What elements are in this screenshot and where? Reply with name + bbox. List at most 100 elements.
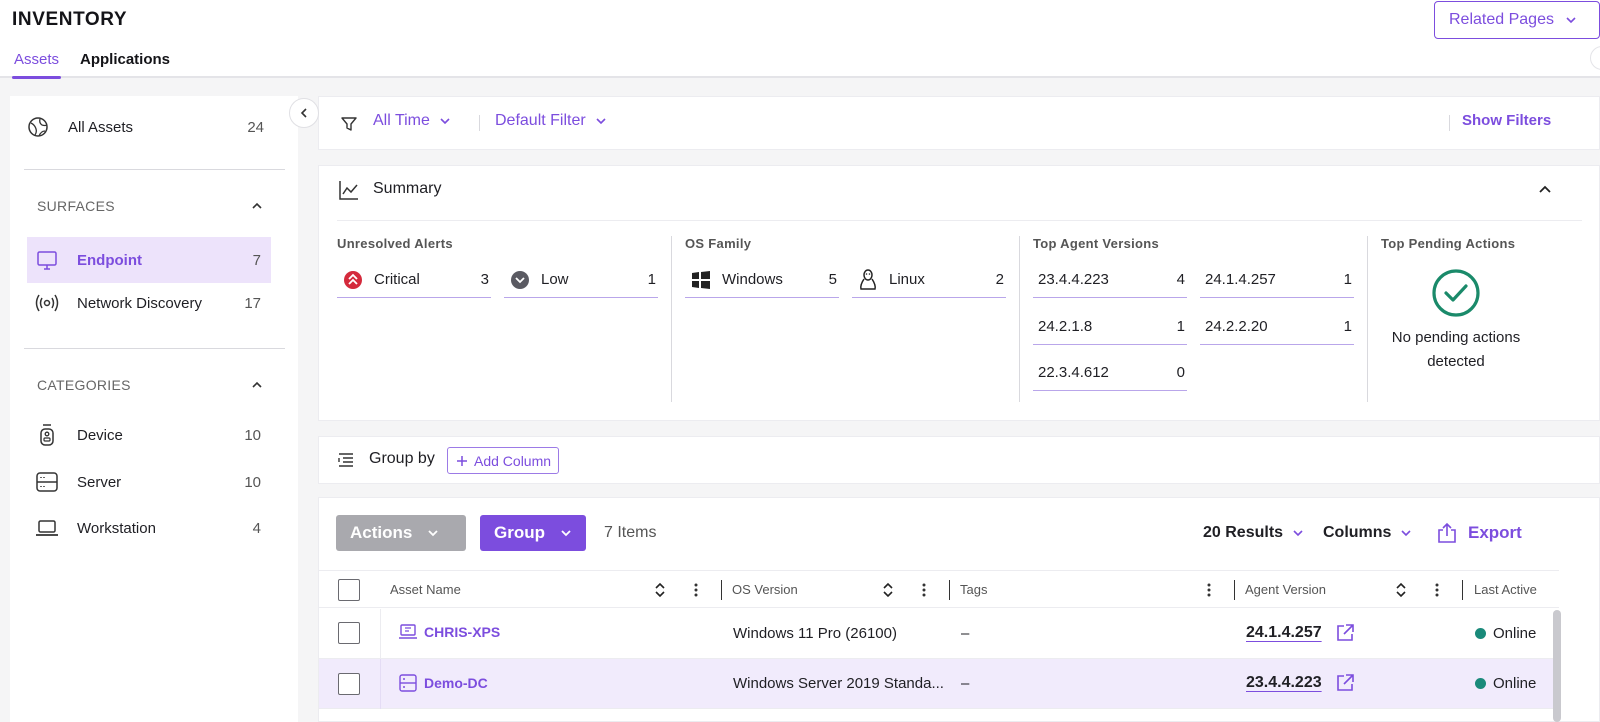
sidebar-item-network-discovery[interactable]: Network Discovery 17 (27, 280, 271, 326)
kebab-menu-icon[interactable] (922, 582, 926, 598)
chevron-down-icon (440, 118, 450, 125)
row-checkbox[interactable] (338, 673, 360, 695)
show-filters-button[interactable]: Show Filters (1462, 112, 1551, 129)
stat-count: 1 (1343, 271, 1352, 288)
column-header-last-active[interactable]: Last Active (1474, 582, 1537, 597)
table-panel: Actions Group 7 Items 20 Results Columns… (318, 497, 1600, 722)
chevron-down-icon (1293, 530, 1303, 537)
low-icon (509, 269, 531, 291)
chevron-down-icon (561, 530, 571, 537)
alert-critical[interactable]: Critical 3 (337, 262, 491, 298)
kebab-menu-icon[interactable] (1435, 582, 1439, 598)
laptop-icon (399, 624, 417, 639)
os-linux[interactable]: Linux 2 (852, 262, 1006, 298)
columns-dropdown[interactable]: Columns (1323, 524, 1413, 542)
time-filter-dropdown[interactable]: All Time (373, 112, 452, 130)
column-header-tags[interactable]: Tags (960, 582, 987, 597)
divider (479, 115, 480, 131)
agent-version-stat[interactable]: 22.3.4.612 0 (1033, 355, 1187, 391)
table-row[interactable]: CHRIS-XPS Windows 11 Pro (26100) – 24.1.… (319, 609, 1559, 659)
column-header-os-version[interactable]: OS Version (732, 582, 798, 597)
sidebar-item-count: 10 (244, 426, 261, 444)
agent-version-stat[interactable]: 24.1.4.257 1 (1200, 262, 1354, 298)
select-all-checkbox[interactable] (338, 579, 360, 601)
kebab-menu-icon[interactable] (694, 582, 698, 598)
sidebar-item-workstation[interactable]: Workstation 4 (27, 505, 271, 551)
categories-section-title: CATEGORIES (37, 377, 131, 393)
status-label: Online (1493, 625, 1537, 642)
sort-icon[interactable] (882, 581, 894, 599)
results-dropdown[interactable]: 20 Results (1203, 524, 1305, 542)
sort-icon[interactable] (1395, 581, 1407, 599)
table-scrollbar[interactable] (1553, 610, 1561, 722)
chevron-down-icon (1566, 17, 1576, 24)
group-by-bar: Group by Add Column (318, 436, 1600, 484)
agent-version-stat[interactable]: 24.2.1.8 1 (1033, 309, 1187, 345)
table-row[interactable]: Demo-DC Windows Server 2019 Standa... – … (319, 659, 1559, 709)
linux-icon (857, 268, 879, 291)
actions-button[interactable]: Actions (336, 515, 466, 551)
alert-low[interactable]: Low 1 (504, 262, 658, 298)
kebab-menu-icon[interactable] (1207, 582, 1211, 598)
add-column-button[interactable]: Add Column (447, 447, 559, 474)
sidebar-item-count: 24 (247, 118, 264, 136)
chevron-up-icon[interactable] (250, 379, 264, 391)
stat-label: 24.1.4.257 (1205, 271, 1276, 288)
agent-version-stat[interactable]: 23.4.4.223 4 (1033, 262, 1187, 298)
pending-actions-title: Top Pending Actions (1381, 236, 1516, 251)
sidebar-item-all-assets[interactable]: All Assets 24 (18, 104, 274, 150)
asset-name: Demo-DC (424, 675, 488, 691)
sidebar-item-label: Server (77, 473, 122, 491)
time-filter-label: All Time (373, 112, 430, 129)
sort-icon[interactable] (654, 581, 666, 599)
stat-label: 22.3.4.612 (1038, 364, 1109, 381)
sidebar-item-server[interactable]: Server 10 (27, 459, 271, 505)
stat-label: 24.2.1.8 (1038, 318, 1093, 335)
divider (380, 609, 381, 659)
agent-version-stat[interactable]: 24.2.2.20 1 (1200, 309, 1354, 345)
stat-label: Low (541, 271, 569, 288)
asset-name-link[interactable]: Demo-DC (398, 673, 488, 693)
divider (1449, 115, 1450, 131)
tab-assets[interactable]: Assets (11, 51, 62, 79)
stat-label: 23.4.4.223 (1038, 271, 1109, 288)
asset-name: CHRIS-XPS (424, 624, 501, 640)
list-icon (338, 453, 353, 467)
stat-count: 2 (995, 271, 1004, 288)
column-header-asset-name[interactable]: Asset Name (390, 582, 461, 597)
group-button[interactable]: Group (480, 515, 586, 551)
agent-version-link[interactable]: 23.4.4.223 (1246, 674, 1322, 692)
sidebar-item-count: 7 (252, 251, 261, 269)
column-header-agent-version[interactable]: Agent Version (1245, 582, 1326, 597)
tab-applications[interactable]: Applications (80, 51, 170, 68)
column-resize-handle[interactable] (721, 580, 722, 600)
sidebar-collapse-button[interactable] (289, 98, 319, 128)
column-resize-handle[interactable] (1234, 580, 1235, 600)
stat-label: Windows (722, 271, 783, 288)
chevron-left-icon (300, 108, 307, 118)
sidebar-item-endpoint[interactable]: Endpoint 7 (27, 237, 271, 283)
external-link-icon[interactable] (1335, 673, 1355, 693)
column-resize-handle[interactable] (1462, 580, 1463, 600)
default-filter-dropdown[interactable]: Default Filter (495, 112, 608, 130)
chevron-down-icon (596, 118, 606, 125)
sidebar-item-device[interactable]: Device 10 (27, 412, 271, 458)
related-pages-button[interactable]: Related Pages (1434, 1, 1600, 39)
row-checkbox[interactable] (338, 622, 360, 644)
export-button[interactable]: Export (1436, 522, 1522, 544)
asset-name-link[interactable]: CHRIS-XPS (398, 623, 500, 641)
related-pages-label: Related Pages (1449, 11, 1554, 28)
items-count: 7 Items (604, 524, 657, 541)
chevron-up-icon[interactable] (1537, 182, 1553, 196)
group-label: Group (494, 523, 545, 542)
external-link-icon[interactable] (1335, 623, 1355, 643)
broadcast-icon (35, 291, 59, 315)
column-resize-handle[interactable] (949, 580, 950, 600)
filter-icon[interactable] (340, 115, 358, 133)
os-windows[interactable]: Windows 5 (685, 262, 839, 298)
chevron-up-icon[interactable] (250, 200, 264, 212)
laptop-icon (35, 516, 59, 540)
sidebar-item-label: All Assets (68, 118, 134, 136)
agent-version-link[interactable]: 24.1.4.257 (1246, 624, 1322, 642)
os-family-title: OS Family (685, 236, 752, 251)
